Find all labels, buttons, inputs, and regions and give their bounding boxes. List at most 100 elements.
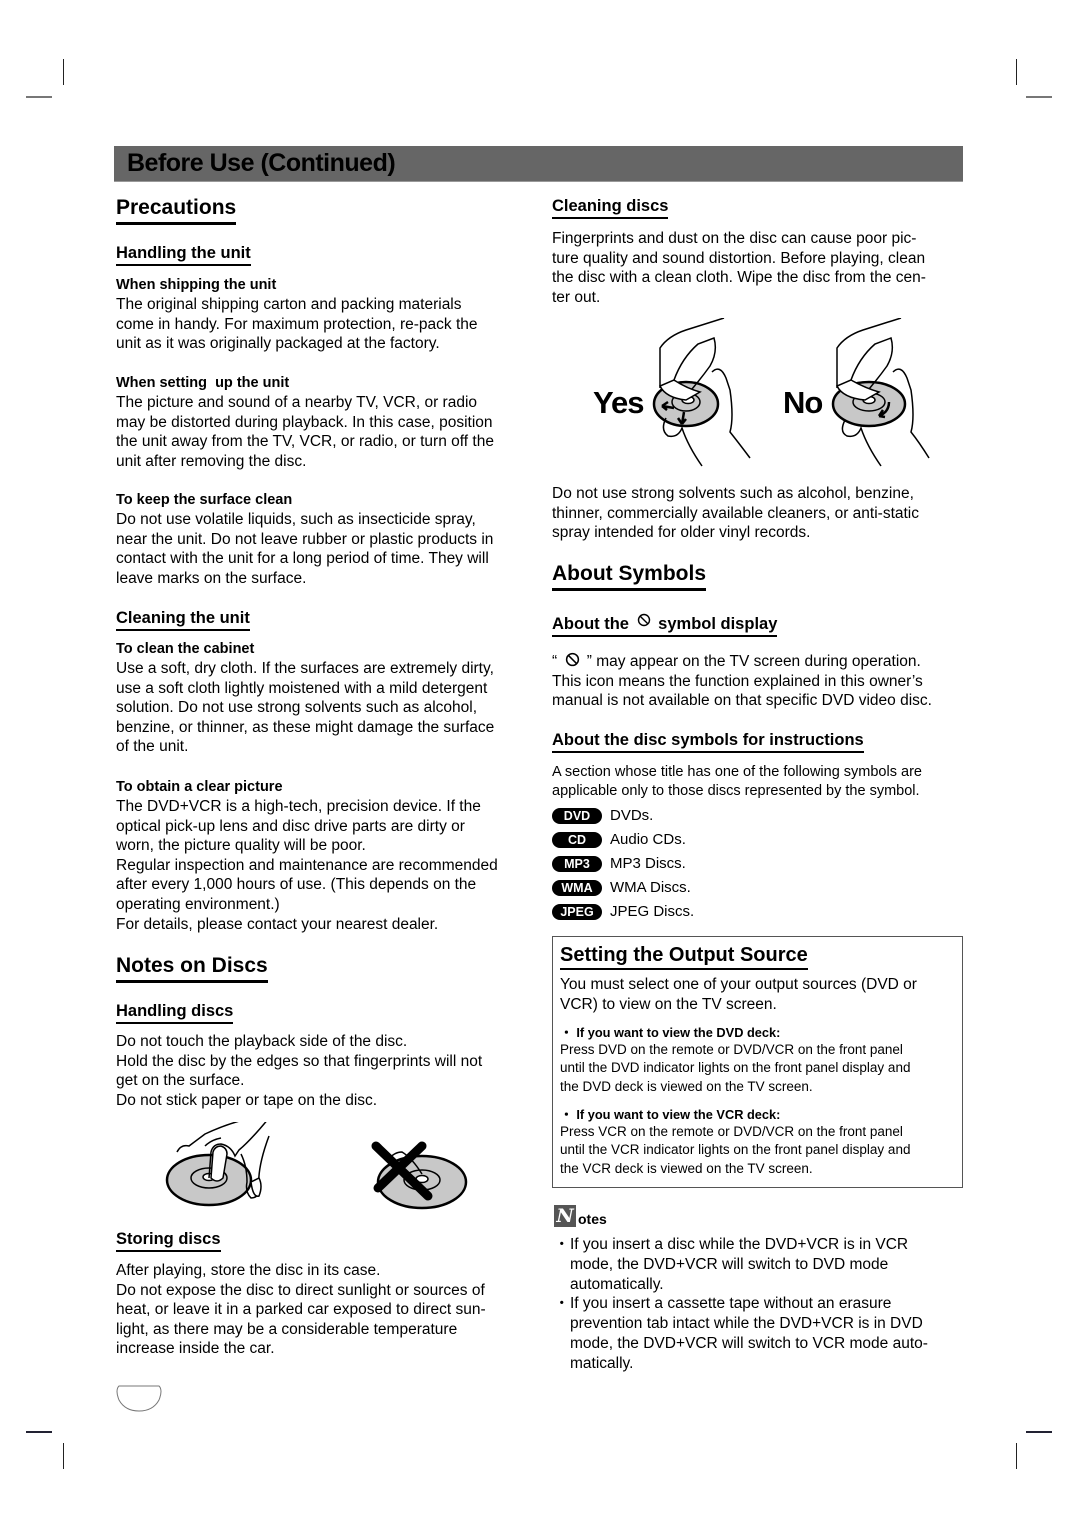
text-line: matically.	[570, 1354, 634, 1372]
heading-clean-cabinet: To clean the cabinet	[116, 641, 255, 657]
crop-mark-top-left-horizontal	[26, 96, 52, 98]
badge-dvd: DVD	[552, 808, 602, 825]
disc-symbol-item: JPEG JPEG Discs.	[552, 900, 694, 924]
text-line: near the unit. Do not leave rubber or pl…	[116, 530, 494, 548]
paragraph-output-intro: You must select one of your output sourc…	[560, 975, 955, 1014]
text-line: get on the surface.	[116, 1072, 245, 1090]
text-line: come in handy. For maximum protection, r…	[116, 315, 478, 333]
badge-mp3: MP3	[552, 856, 602, 873]
subsection-title-handling-discs: Handling discs	[116, 1001, 234, 1024]
disc-symbol-item: MP3 MP3 Discs.	[552, 852, 694, 876]
crop-mark-top-right-vertical	[1016, 59, 1017, 85]
symbol-display-title-after: symbol display	[658, 615, 778, 633]
text-line: Use a soft, dry cloth. If the surfaces a…	[116, 660, 494, 677]
paragraph-clean-cabinet: Use a soft, dry cloth. If the surfaces a…	[116, 659, 526, 757]
notes-label: otes	[578, 1211, 607, 1227]
prohibited-icon	[566, 652, 580, 667]
disc-symbol-label: WMA Discs.	[610, 879, 691, 896]
text-line: spray intended for older vinyl records.	[552, 524, 811, 542]
text-line: Do not expose the disc to direct sunligh…	[116, 1281, 485, 1299]
text-line: the unit away from the TV, VCR, or radio…	[116, 433, 494, 451]
text-line: Hold the disc by the edges so that finge…	[116, 1052, 483, 1070]
text-line: If you insert a disc while the DVD+VCR i…	[570, 1236, 909, 1253]
text-line: Do not touch the playback side of the di…	[116, 1033, 408, 1050]
subsection-title-cleaning-unit: Cleaning the unit	[116, 608, 250, 631]
subsection-title-cleaning-discs: Cleaning discs	[552, 196, 669, 219]
disc-symbol-item: CD Audio CDs.	[552, 828, 694, 852]
text-line: Do not use strong solvents such as alcoh…	[552, 485, 914, 502]
block-vcr-deck: ・ If you want to view the VCR deck: Pres…	[560, 1106, 955, 1178]
heading-dvd-deck: ・ If you want to view the DVD deck:	[560, 1025, 781, 1041]
text-line: light, as there may be a considerable te…	[116, 1320, 458, 1338]
text-line: The original shipping carton and packing…	[116, 296, 462, 313]
text-line: After playing, store the disc in its cas…	[116, 1262, 381, 1279]
block-clear-picture: To obtain a clear picture The DVD+VCR is…	[116, 778, 526, 934]
subsection-title-disc-symbols: About the disc symbols for instructions	[552, 730, 864, 753]
text-line: Do not use volatile liquids, such as ins…	[116, 511, 476, 528]
bullet-dot: ・	[554, 1295, 570, 1313]
text-line: benzine, or thinner, as these might dama…	[116, 718, 495, 736]
heading-shipping: When shipping the unit	[116, 277, 277, 293]
paragraph-storing-discs: After playing, store the disc in its cas…	[116, 1261, 526, 1359]
heading-vcr-deck: ・ If you want to view the VCR deck:	[560, 1107, 781, 1123]
illustration-incorrect-wipe-direction	[831, 318, 930, 467]
block-shipping: When shipping the unit The original ship…	[116, 276, 526, 354]
open-quote: “	[552, 653, 558, 670]
disc-symbol-list: DVD DVDs. CD Audio CDs. MP3 MP3 Discs. WMA W…	[552, 804, 694, 924]
block-clean-cabinet: To clean the cabinet Use a soft, dry clo…	[116, 640, 526, 757]
paragraph-symbol-display: “ ” may appear on the TV screen during o…	[552, 652, 972, 711]
label-no: No	[783, 385, 823, 420]
text-line: until the DVD indicator lights on the fr…	[560, 1060, 911, 1076]
paragraph-clear-picture: The DVD+VCR is a high-tech, precision de…	[116, 797, 526, 934]
text-line: You must select one of your output sourc…	[560, 976, 917, 993]
text-line: the VCR deck is viewed on the TV screen.	[560, 1160, 813, 1176]
paragraph-cleaning-discs: Fingerprints and dust on the disc can ca…	[552, 229, 962, 307]
heading-setting-up: When setting up the unit	[116, 375, 290, 391]
heading-clear-picture: To obtain a clear picture	[116, 779, 283, 795]
notes-block: Notes ・ If you insert a disc while the D…	[554, 1205, 964, 1374]
crop-mark-bottom-right-vertical	[1016, 1443, 1017, 1469]
text-line: applicable only to those discs represent…	[552, 783, 920, 799]
text-line: operating environment.)	[116, 895, 280, 913]
output-source-box: Setting the Output Source You must selec…	[552, 936, 963, 1188]
subsection-title-handling-unit: Handling the unit	[116, 243, 251, 266]
crop-mark-bottom-right-horizontal	[1026, 1431, 1052, 1433]
paragraph-disc-symbols: A section whose title has one of the fol…	[552, 763, 972, 801]
text-line: increase inside the car.	[116, 1340, 275, 1358]
notes-heading: Notes	[554, 1205, 964, 1231]
illustration-incorrect-disc-handling	[371, 1141, 468, 1210]
bullet-dot: ・	[554, 1236, 570, 1253]
text-line: The picture and sound of a nearby TV, VC…	[116, 394, 478, 411]
line1-remainder: ” may appear on the TV screen during ope…	[586, 653, 921, 670]
text-line: may be distorted during playback. In thi…	[116, 413, 493, 431]
section-title-output-source: Setting the Output Source	[560, 943, 808, 970]
disc-symbol-label: MP3 Discs.	[610, 855, 686, 872]
paragraph-shipping: The original shipping carton and packing…	[116, 295, 526, 354]
text-line: solution. Do not use strong solvents suc…	[116, 699, 478, 717]
text-line: ter out.	[552, 288, 601, 306]
prohibited-icon	[637, 613, 650, 627]
text-line: until the VCR indicator lights on the fr…	[560, 1142, 911, 1158]
badge-cd: CD	[552, 832, 602, 849]
disc-symbol-label: DVDs.	[610, 807, 654, 824]
text-line: Press VCR on the remote or DVD/VCR on th…	[560, 1124, 903, 1140]
thumb-shape	[250, 1176, 262, 1197]
paragraph-vcr-deck: Press VCR on the remote or DVD/VCR on th…	[560, 1123, 955, 1178]
text-line: unit as it was originally packaged at th…	[116, 335, 440, 353]
note-item: ・ If you insert a disc while the DVD+VCR…	[554, 1235, 964, 1294]
text-line: ture quality and sound distortion. Befor…	[552, 249, 926, 267]
disc-symbol-label: JPEG Discs.	[610, 903, 695, 920]
note-item: ・ If you insert a cassette tape without …	[554, 1294, 964, 1373]
text-line: of the unit.	[116, 738, 189, 756]
page-header-bar: Before Use (Continued)	[114, 146, 963, 182]
text-line: use a soft cloth lightly moistened with …	[116, 679, 488, 697]
text-line: Fingerprints and dust on the disc can ca…	[552, 230, 917, 247]
section-title-about-symbols: About Symbols	[552, 562, 707, 591]
disc-symbol-label: Audio CDs.	[610, 831, 686, 848]
text-line: worn, the picture quality will be poor.	[116, 837, 366, 855]
page-title: Before Use (Continued)	[127, 149, 396, 177]
crop-mark-top-left-vertical	[63, 59, 64, 85]
subsection-title-storing-discs: Storing discs	[116, 1229, 221, 1252]
section-title-precautions: Precautions	[116, 196, 237, 225]
block-setting-up: When setting up the unit The picture and…	[116, 374, 526, 471]
